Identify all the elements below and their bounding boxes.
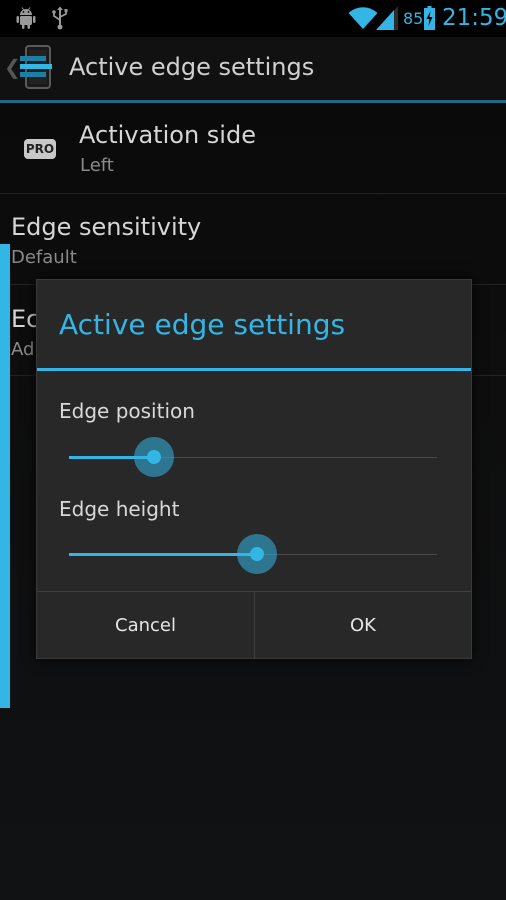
battery-charging-icon — [424, 6, 435, 34]
dialog-title: Active edge settings — [59, 308, 346, 341]
clock: 21:59 — [442, 5, 506, 31]
edge-position-label: Edge position — [59, 399, 195, 423]
pref-edge-sensitivity-summary: Default — [11, 247, 77, 268]
pro-badge: PRO — [24, 139, 56, 159]
cancel-button[interactable]: Cancel — [37, 592, 255, 659]
slider-thumb[interactable] — [133, 437, 174, 477]
edge-settings-app-icon[interactable] — [19, 45, 59, 93]
pref-partial-item-summary: Ad — [11, 339, 35, 360]
edge-position-slider[interactable] — [69, 437, 437, 477]
slider-fill — [69, 553, 257, 556]
signal-icon — [376, 6, 398, 34]
pref-activation-side-summary: Left — [80, 155, 114, 176]
ok-button[interactable]: OK — [255, 592, 471, 659]
pref-edge-sensitivity-title: Edge sensitivity — [11, 213, 202, 241]
wifi-icon — [348, 5, 378, 35]
action-bar-title: Active edge settings — [69, 53, 315, 81]
dialog-button-bar: Cancel OK — [37, 591, 471, 659]
screen: 85 21:59 ❮ Active edge settings PRO Acti… — [0, 0, 506, 900]
pref-activation-side-title: Activation side — [79, 121, 256, 149]
status-bar: 85 21:59 — [0, 0, 506, 37]
dialog-title-divider — [37, 368, 471, 371]
slider-thumb[interactable] — [236, 534, 277, 574]
edge-height-slider[interactable] — [69, 534, 437, 574]
usb-icon — [50, 6, 70, 34]
action-bar: ❮ Active edge settings — [0, 37, 506, 103]
android-debug-icon — [14, 6, 38, 34]
battery-percent: 85 — [403, 9, 424, 28]
active-edge-settings-dialog: Active edge settings Edge position Edge … — [36, 279, 472, 659]
edge-height-label: Edge height — [59, 497, 180, 521]
active-edge-preview — [0, 244, 10, 708]
